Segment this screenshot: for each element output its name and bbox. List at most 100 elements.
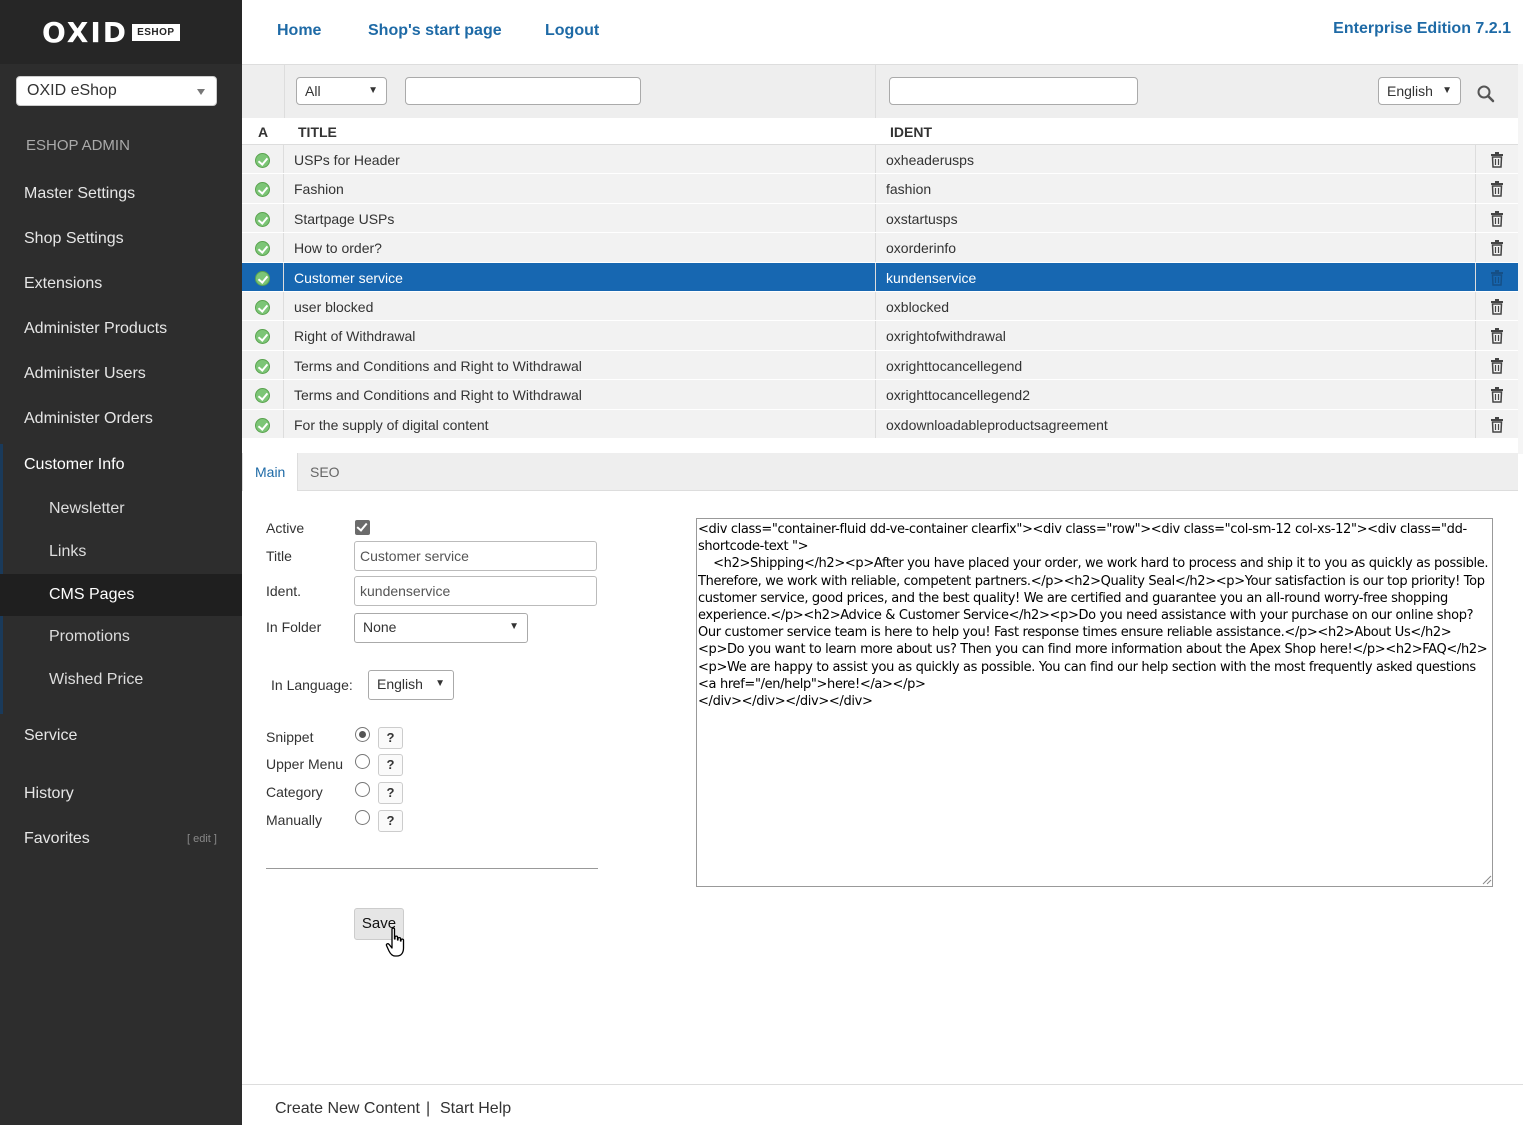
table-row[interactable]: Right of Withdrawal oxrightofwithdrawal: [242, 321, 1518, 351]
nav-master-settings[interactable]: Master Settings: [24, 185, 135, 203]
row-title[interactable]: Fashion: [294, 181, 344, 197]
trash-icon[interactable]: [1490, 298, 1504, 315]
home-link[interactable]: Home: [277, 22, 321, 40]
active-checkbox[interactable]: [355, 520, 370, 535]
folder-select[interactable]: None ▼: [354, 613, 528, 643]
row-ident[interactable]: kundenservice: [886, 270, 976, 286]
row-title[interactable]: USPs for Header: [294, 152, 400, 168]
tab-main[interactable]: Main: [242, 453, 299, 491]
table-row[interactable]: Terms and Conditions and Right to Withdr…: [242, 380, 1518, 410]
tab-seo[interactable]: SEO: [298, 453, 352, 491]
shop-select[interactable]: OXID eShop: [16, 76, 217, 106]
row-title[interactable]: Terms and Conditions and Right to Withdr…: [294, 387, 582, 403]
list-scrollbar[interactable]: [1518, 64, 1523, 454]
row-ident[interactable]: oxrighttocancellegend: [886, 358, 1022, 374]
manually-radio[interactable]: [355, 810, 370, 825]
manually-help-button[interactable]: ?: [378, 810, 403, 832]
row-title[interactable]: Right of Withdrawal: [294, 328, 415, 344]
nav-favorites[interactable]: Favorites: [24, 830, 90, 848]
table-row[interactable]: Customer service kundenservice: [242, 262, 1518, 292]
row-title[interactable]: Startpage USPs: [294, 211, 394, 227]
nav-promotions[interactable]: Promotions: [49, 628, 130, 646]
row-ident[interactable]: fashion: [886, 181, 931, 197]
nav-administer-orders[interactable]: Administer Orders: [24, 410, 153, 428]
row-title[interactable]: How to order?: [294, 240, 382, 256]
resize-grip-icon[interactable]: [1480, 873, 1492, 885]
active-cell: [242, 174, 284, 203]
row-ident[interactable]: oxrightofwithdrawal: [886, 328, 1006, 344]
trash-icon[interactable]: [1490, 181, 1504, 198]
table-row[interactable]: USPs for Header oxheaderusps: [242, 145, 1518, 175]
upper-menu-radio[interactable]: [355, 754, 370, 769]
create-new-content-link[interactable]: Create New Content: [275, 1100, 420, 1118]
snippet-radio[interactable]: [355, 727, 370, 742]
table-row[interactable]: Startpage USPs oxstartusps: [242, 203, 1518, 234]
trash-icon[interactable]: [1490, 416, 1504, 433]
language-select[interactable]: English ▼: [368, 670, 454, 700]
row-title[interactable]: user blocked: [294, 299, 373, 315]
trash-icon[interactable]: [1490, 328, 1504, 345]
table-row[interactable]: user blocked oxblocked: [242, 291, 1518, 322]
ident-input[interactable]: kundenservice: [354, 576, 597, 606]
row-ident[interactable]: oxheaderusps: [886, 152, 974, 168]
nav-customer-info[interactable]: Customer Info: [24, 456, 124, 474]
active-status-icon: [255, 270, 270, 286]
row-title[interactable]: Customer service: [294, 270, 403, 286]
nav-administer-products[interactable]: Administer Products: [24, 320, 167, 338]
table-row[interactable]: How to order? oxorderinfo: [242, 233, 1518, 263]
nav-newsletter[interactable]: Newsletter: [49, 500, 125, 518]
category-help-button[interactable]: ?: [378, 782, 403, 804]
row-ident[interactable]: oxblocked: [886, 299, 949, 315]
trash-icon[interactable]: [1490, 240, 1504, 256]
row-title[interactable]: For the supply of digital content: [294, 417, 489, 433]
nav-history[interactable]: History: [24, 785, 74, 803]
header-title[interactable]: TITLE: [298, 124, 337, 140]
nav-administer-users[interactable]: Administer Users: [24, 365, 146, 383]
language-filter-select[interactable]: English ▼: [1378, 77, 1461, 105]
column-divider: [1475, 174, 1476, 203]
title-input[interactable]: Customer service: [354, 541, 597, 571]
header-active[interactable]: A: [258, 124, 268, 140]
category-radio[interactable]: [355, 782, 370, 797]
row-ident[interactable]: oxrighttocancellegend2: [886, 387, 1030, 403]
row-ident[interactable]: oxdownloadableproductsagreement: [886, 417, 1108, 433]
logo[interactable]: OXID ESHOP: [0, 0, 242, 64]
trash-icon[interactable]: [1490, 210, 1504, 227]
trash-icon[interactable]: [1490, 152, 1504, 168]
category-label: Category: [266, 784, 323, 800]
content-textarea[interactable]: <div class="container-fluid dd-ve-contai…: [696, 518, 1493, 887]
ident-filter-input[interactable]: [889, 77, 1138, 105]
trash-icon[interactable]: [1490, 387, 1504, 403]
row-ident[interactable]: oxstartusps: [886, 211, 958, 227]
nav-cms-pages[interactable]: CMS Pages: [49, 586, 134, 604]
row-title[interactable]: Terms and Conditions and Right to Withdr…: [294, 358, 582, 374]
start-help-link[interactable]: Start Help: [440, 1100, 511, 1118]
language-select-value: English: [377, 676, 423, 692]
snippet-help-button[interactable]: ?: [378, 727, 403, 749]
table-row[interactable]: Terms and Conditions and Right to Withdr…: [242, 350, 1518, 381]
search-icon[interactable]: [1477, 85, 1495, 103]
folder-select-value: None: [363, 619, 397, 635]
section-title: ESHOP ADMIN: [26, 137, 130, 154]
nav-wished-price[interactable]: Wished Price: [49, 671, 143, 689]
header-ident[interactable]: IDENT: [890, 124, 932, 140]
nav-service[interactable]: Service: [24, 727, 77, 745]
trash-icon[interactable]: [1490, 357, 1504, 374]
trash-icon[interactable]: [1490, 269, 1504, 286]
favorites-edit-link[interactable]: [ edit ]: [187, 833, 217, 845]
nav-shop-settings[interactable]: Shop Settings: [24, 230, 124, 248]
title-filter-input[interactable]: [405, 77, 641, 105]
row-ident[interactable]: oxorderinfo: [886, 240, 956, 256]
upper-menu-help-button[interactable]: ?: [378, 754, 403, 776]
table-header: A TITLE IDENT: [242, 118, 1518, 145]
shop-start-page-link[interactable]: Shop's start page: [368, 22, 502, 40]
column-divider: [875, 233, 876, 262]
table-row[interactable]: Fashion fashion: [242, 174, 1518, 204]
folder-filter-select[interactable]: All ▼: [296, 77, 387, 105]
nav-extensions[interactable]: Extensions: [24, 275, 102, 293]
nav-links[interactable]: Links: [49, 543, 86, 561]
active-label: Active: [266, 520, 305, 536]
table-row[interactable]: For the supply of digital content oxdownl…: [242, 409, 1518, 439]
logout-link[interactable]: Logout: [545, 22, 599, 40]
language-filter-value: English: [1387, 83, 1433, 99]
